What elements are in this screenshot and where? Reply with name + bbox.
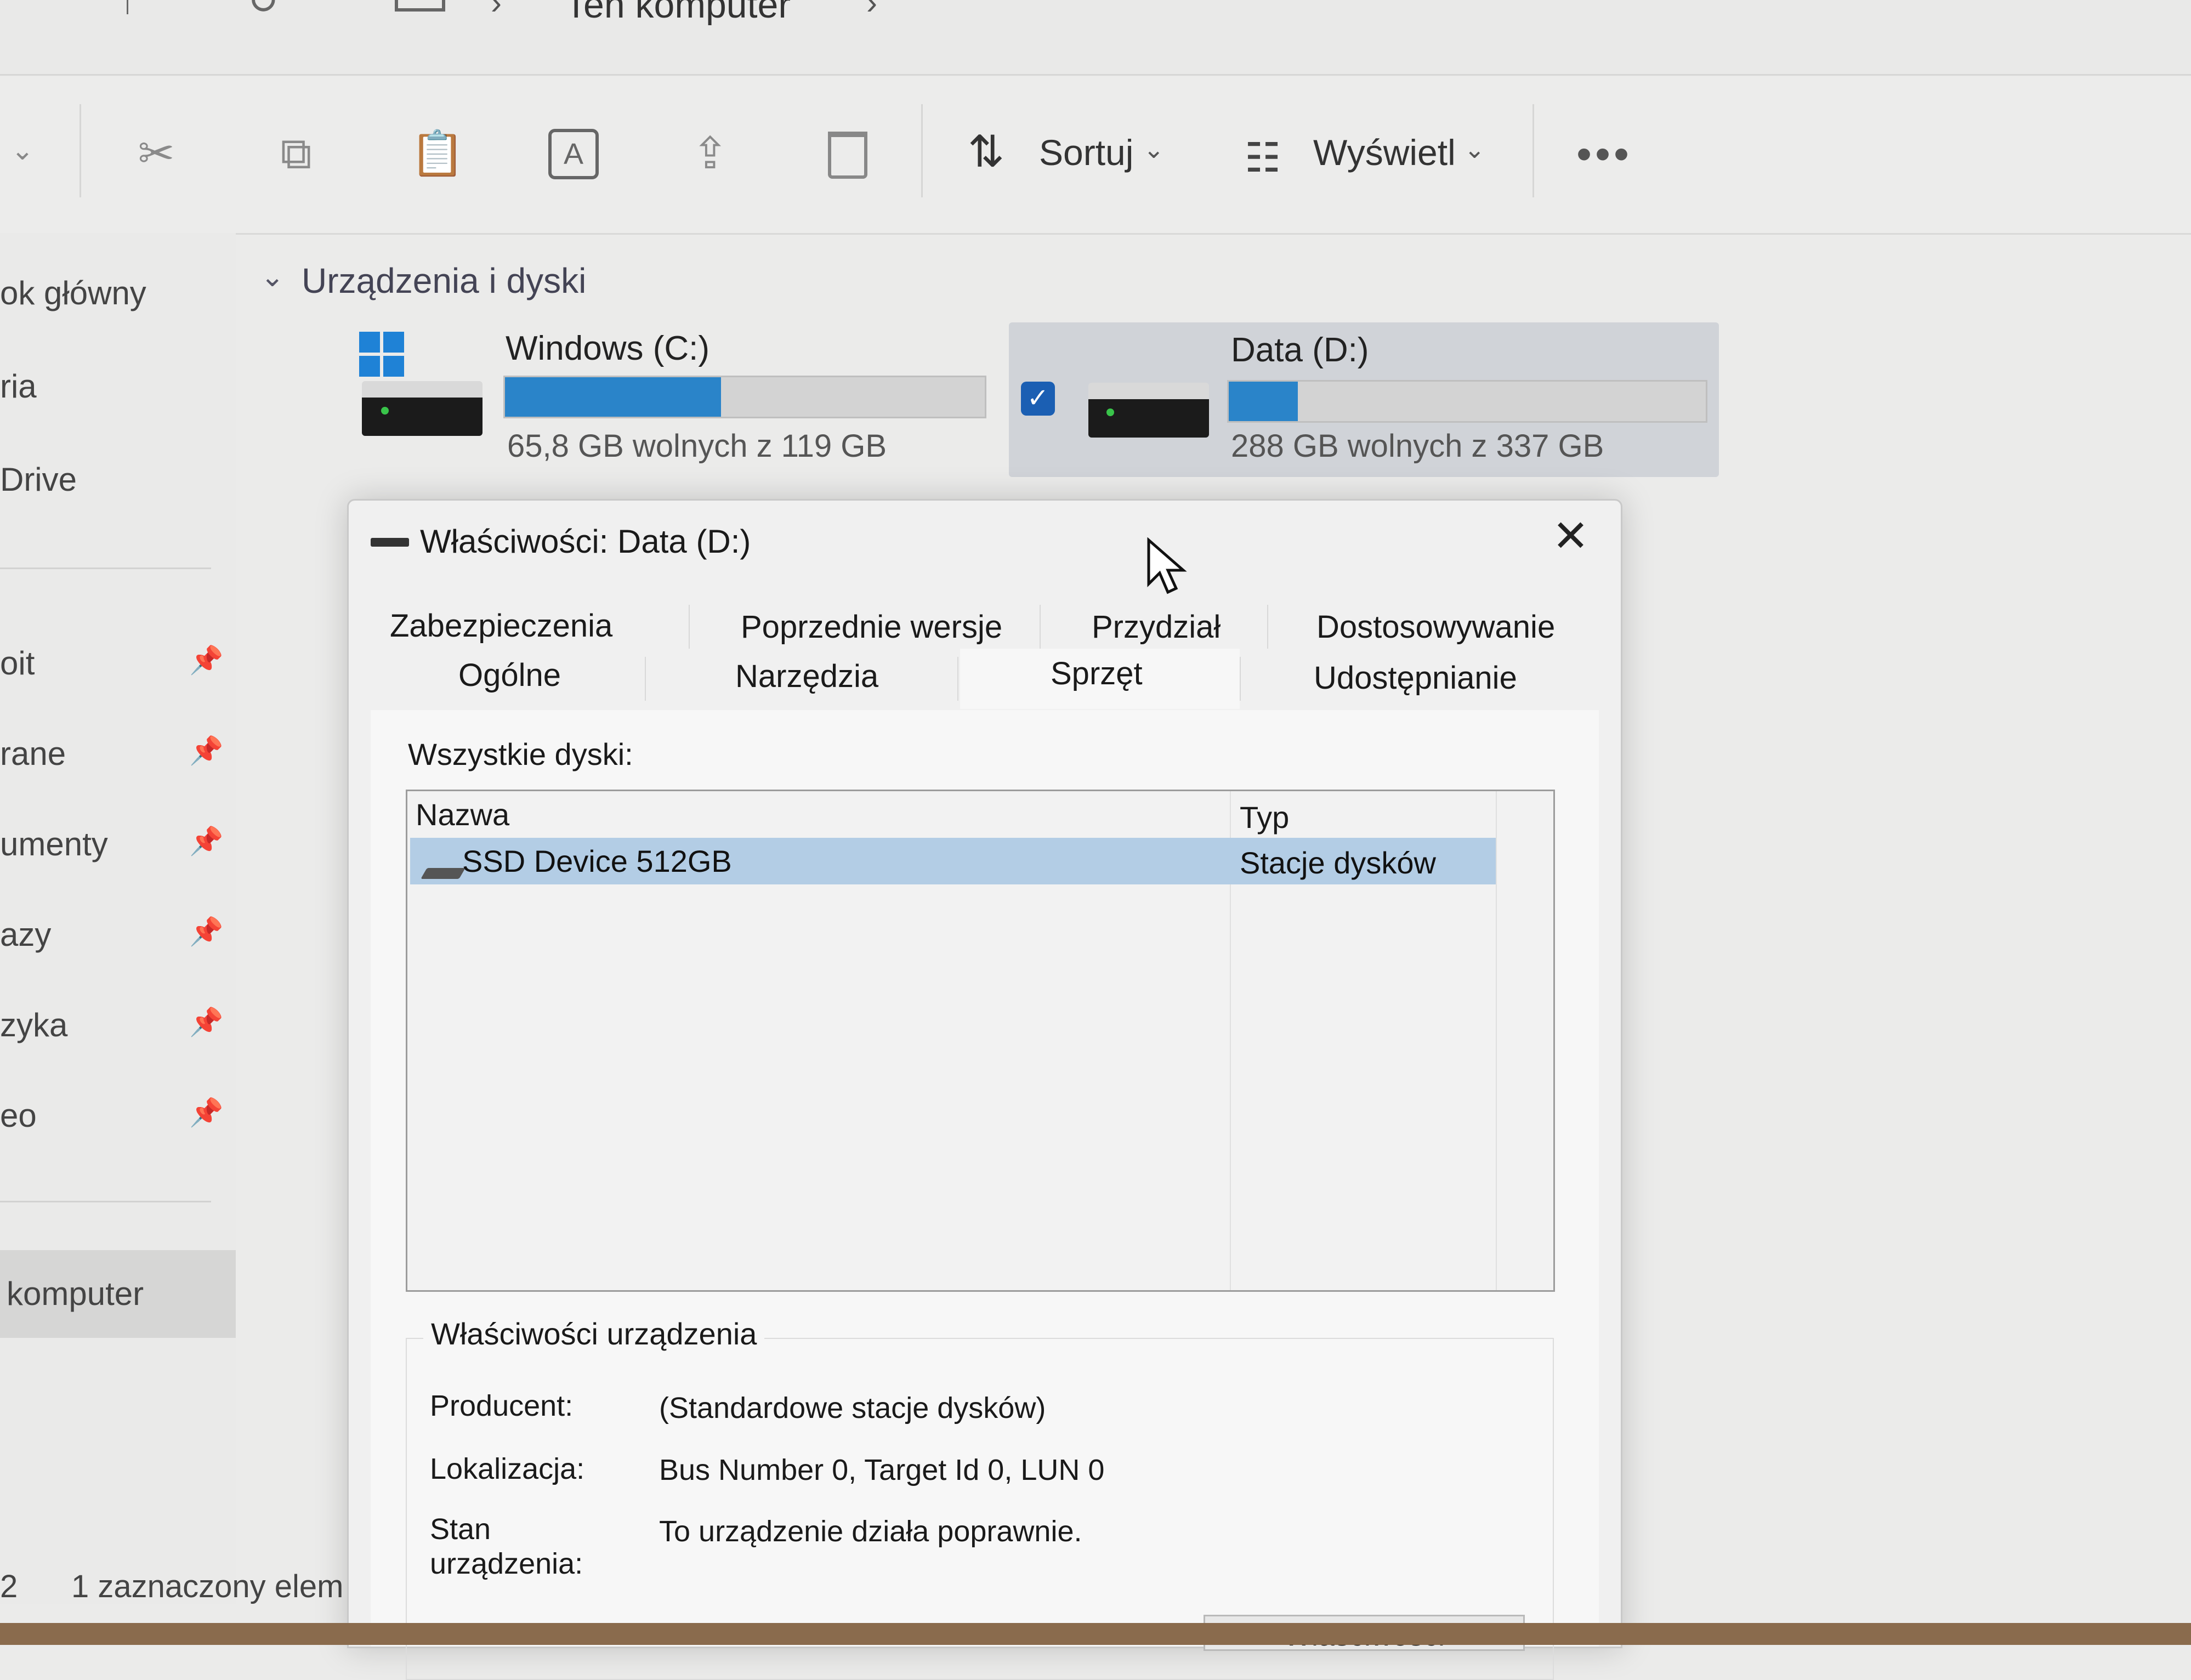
paste-icon[interactable]: 📋 [410,129,465,178]
sidebar-item-downloads[interactable]: rane [0,735,66,773]
sidebar-item-onedrive[interactable]: Drive [0,461,77,498]
more-options-button[interactable]: ••• [1576,129,1632,179]
disk-name: SSD Device 512GB [462,844,732,878]
status-item-count: 2 [0,1569,18,1604]
tab-divider [1040,605,1041,649]
address-bar: ↑ ↻ › Ten komputer › [0,0,2191,76]
chevron-down-icon[interactable]: ⌄ [1464,134,1485,164]
tab-security[interactable]: Zabezpieczenia [390,608,612,644]
tab-divider [1267,605,1268,649]
sidebar-item-this-pc-label: komputer [7,1275,144,1312]
toolbar-separator [1532,104,1534,197]
cut-icon[interactable]: ✂ [132,129,181,178]
sidebar-separator [0,1201,211,1202]
status-label-line2: urządzenia: [430,1547,583,1580]
drive-tile-c[interactable]: Windows (C:) 65,8 GB wolnych z 119 GB [351,323,1009,472]
tab-divider [645,657,646,701]
breadcrumb[interactable]: Ten komputer [565,0,791,26]
delete-icon[interactable] [828,132,867,179]
drive-led [381,407,389,415]
producer-label: Producent: [430,1389,574,1422]
sort-icon[interactable]: ⇅ [968,126,1004,177]
sidebar-item-videos[interactable]: eo [0,1097,37,1134]
drive-icon [362,381,483,436]
drive-usage-bar [503,376,986,418]
desk-edge [0,1623,2191,1645]
tab-general[interactable]: Ogólne [458,657,561,694]
tab-divider [957,657,958,701]
selection-checkbox[interactable]: ✓ [1021,382,1055,416]
chevron-right-icon[interactable]: › [866,0,877,21]
sidebar-item-desktop[interactable]: oit [0,644,35,682]
view-button[interactable]: Wyświetl [1313,132,1456,173]
tab-divider [1240,657,1241,701]
tab-sharing[interactable]: Udostępnianie [1314,660,1517,696]
dialog-title: Właściwości: Data (D:) [420,523,751,560]
column-header-type[interactable]: Typ [1240,799,1289,835]
toolbar-separator [80,104,81,197]
sort-button[interactable]: Sortuj [1039,132,1133,173]
sidebar-item-pictures[interactable]: azy [0,916,51,953]
tab-quota[interactable]: Przydział [1092,609,1221,645]
pin-icon: 📌 [189,645,224,676]
chevron-right-icon[interactable]: › [491,0,502,21]
drive-name: Windows (C:) [506,330,710,367]
producer-value: (Standardowe stacje dysków) [659,1392,1046,1424]
drive-free-space: 65,8 GB wolnych z 119 GB [507,428,887,464]
drive-tile-d[interactable]: ✓ Data (D:) 288 GB wolnych z 337 GB [1009,322,1719,477]
tab-hardware[interactable]: Sprzęt [1051,655,1143,692]
drive-usage-bar [1227,380,1707,423]
column-separator [1496,791,1497,1290]
mouse-cursor-icon [1147,537,1187,594]
tab-previous-versions[interactable]: Poprzednie wersje [741,609,1002,645]
chevron-down-icon[interactable]: ⌄ [1143,134,1165,164]
tab-tools[interactable]: Narzędzia [735,658,878,695]
drive-led [1106,408,1114,416]
toolbar-separator [921,104,923,197]
drive-icon [371,538,409,547]
chevron-down-icon[interactable]: ⌄ [260,260,285,293]
drive-free-space: 288 GB wolnych z 337 GB [1231,428,1604,464]
close-button[interactable]: ✕ [1552,512,1589,561]
chevron-down-icon[interactable]: ⌄ [11,134,34,166]
disk-list[interactable]: Nazwa Typ SSD Device 512GB Stacje dysków [406,790,1555,1292]
rename-icon[interactable]: A [548,129,599,179]
status-value: To urządzenie działa poprawnie. [659,1515,1082,1548]
status-selection: 1 zaznaczony elem [71,1569,344,1604]
all-disks-label: Wszystkie dyski: [408,737,633,771]
sidebar-separator [0,567,211,569]
sidebar-item-documents[interactable]: umenty [0,825,108,863]
view-icon[interactable]: ☷ [1245,134,1281,181]
disk-type: Stacje dysków [1240,845,1436,880]
up-arrow-icon[interactable]: ↑ [118,0,137,22]
sidebar-item-home[interactable]: ok główny [0,274,146,312]
drive-usage-fill [505,377,721,417]
windows-logo-icon [359,332,404,377]
tab-divider [689,605,690,649]
copy-icon[interactable]: ⧉ [271,129,321,178]
pin-icon: 📌 [189,1007,224,1037]
device-properties-legend: Właściwości urządzenia [423,1316,765,1352]
refresh-icon[interactable]: ↻ [247,0,279,23]
disk-icon [421,868,466,879]
status-label-line1: Stan [430,1513,491,1546]
location-label: Lokalizacja: [430,1452,585,1485]
sidebar-item-music[interactable]: zyka [0,1006,67,1044]
tab-customize[interactable]: Dostosowywanie [1316,609,1555,645]
pin-icon: 📌 [189,916,224,947]
location-value: Bus Number 0, Target Id 0, LUN 0 [659,1454,1105,1486]
section-header[interactable]: Urządzenia i dyski [302,260,586,301]
drive-name: Data (D:) [1231,331,1369,369]
pin-icon: 📌 [189,1097,224,1128]
computer-icon [395,0,445,12]
share-icon[interactable]: ⇪ [685,129,735,178]
pin-icon: 📌 [189,735,224,766]
column-header-name[interactable]: Nazwa [416,797,509,832]
drive-usage-fill [1229,382,1298,421]
pin-icon: 📌 [189,826,224,856]
sidebar-item-gallery[interactable]: ria [0,367,37,405]
